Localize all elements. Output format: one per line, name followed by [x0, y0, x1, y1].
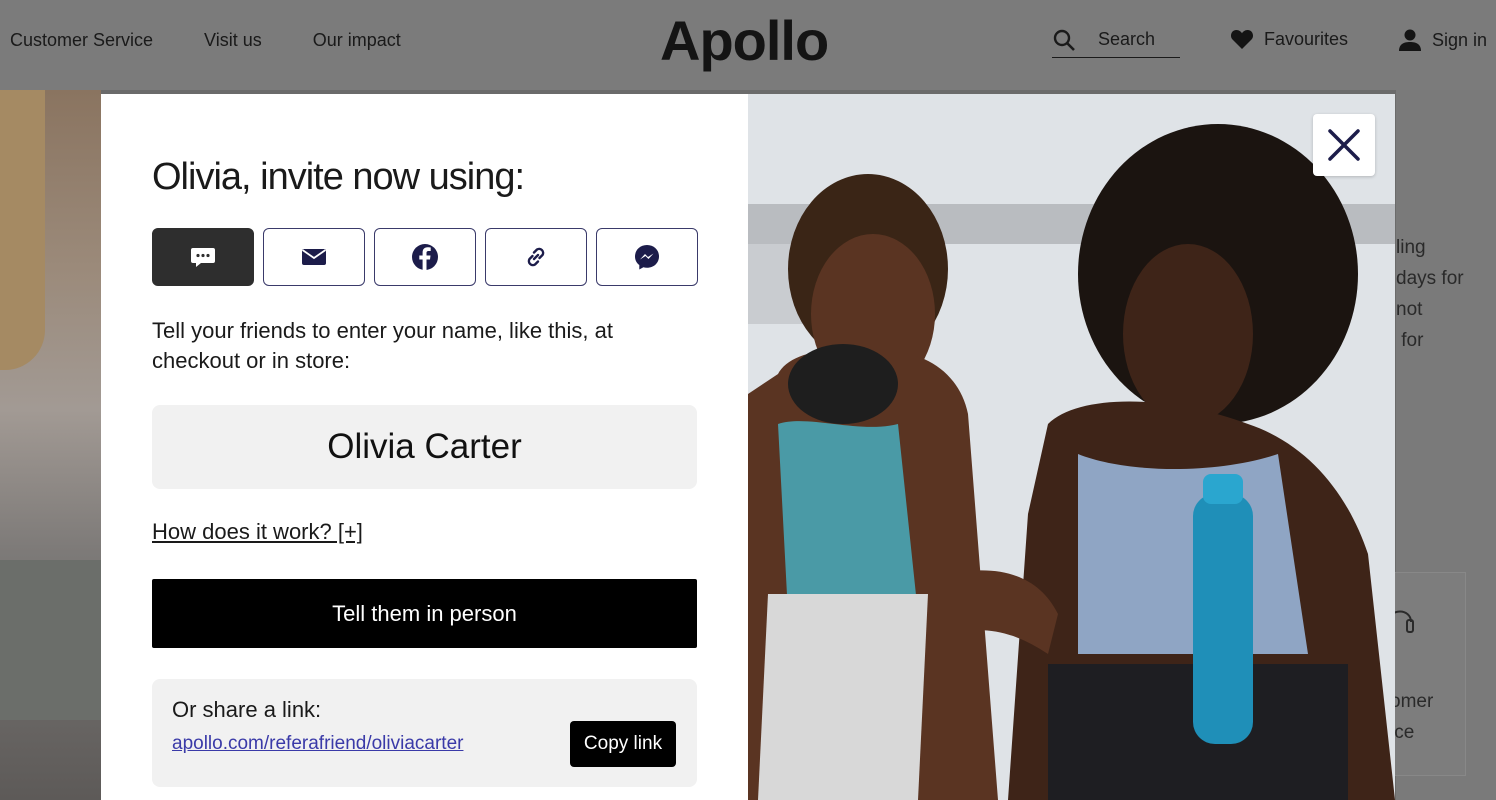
- signin-link[interactable]: Sign in: [1398, 28, 1487, 52]
- referral-name-display: Olivia Carter: [152, 405, 697, 489]
- share-messenger-button[interactable]: [596, 228, 698, 286]
- messenger-icon: [635, 245, 659, 270]
- friends-photo: [748, 94, 1395, 800]
- favourites-link[interactable]: Favourites: [1230, 28, 1348, 50]
- share-link-button[interactable]: [485, 228, 587, 286]
- user-icon: [1399, 29, 1421, 51]
- instruction-text: Tell your friends to enter your name, li…: [152, 318, 613, 373]
- nav-our-impact[interactable]: Our impact: [313, 30, 401, 51]
- share-sms-button[interactable]: [152, 228, 254, 286]
- tell-in-person-button[interactable]: Tell them in person: [152, 579, 697, 648]
- background-hero-image: [0, 90, 101, 800]
- share-link-box: Or share a link: apollo.com/referafriend…: [152, 679, 697, 787]
- facebook-icon: [412, 244, 438, 270]
- share-email-button[interactable]: [263, 228, 365, 286]
- link-icon: [527, 247, 545, 267]
- share-options: [152, 228, 698, 286]
- friends-illustration: [748, 94, 1395, 800]
- share-link-label: Or share a link:: [172, 697, 322, 722]
- sms-icon: [191, 248, 215, 267]
- background-right-text: ling days for not for: [1396, 237, 1464, 351]
- how-it-works-link[interactable]: How does it work? [+]: [152, 519, 363, 545]
- refer-a-friend-modal: Olivia, invite now using: Tell your frie…: [101, 94, 1395, 800]
- brand-logo[interactable]: Apollo: [660, 8, 829, 73]
- favourites-label: Favourites: [1264, 28, 1349, 49]
- top-nav: Customer Service Visit us Our impact: [10, 30, 401, 51]
- email-icon: [301, 249, 327, 265]
- site-header: Customer Service Visit us Our impact Apo…: [0, 0, 1496, 90]
- close-modal-button[interactable]: [1313, 114, 1375, 176]
- close-icon: [1328, 129, 1360, 161]
- modal-content-panel: Olivia, invite now using: Tell your frie…: [101, 94, 748, 800]
- search-field[interactable]: Search: [1052, 22, 1180, 58]
- search-icon: [1053, 29, 1075, 51]
- modal-title: Olivia, invite now using:: [152, 156, 525, 198]
- search-label: Search: [1098, 29, 1156, 49]
- share-facebook-button[interactable]: [374, 228, 476, 286]
- background-card-text: omer ice: [1390, 691, 1434, 743]
- nav-customer-service[interactable]: Customer Service: [10, 30, 153, 51]
- copy-link-button[interactable]: Copy link: [570, 721, 676, 767]
- signin-label: Sign in: [1432, 29, 1488, 50]
- heart-icon: [1230, 30, 1254, 49]
- nav-visit-us[interactable]: Visit us: [204, 30, 262, 51]
- referral-url-link[interactable]: apollo.com/referafriend/oliviacarter: [172, 733, 463, 755]
